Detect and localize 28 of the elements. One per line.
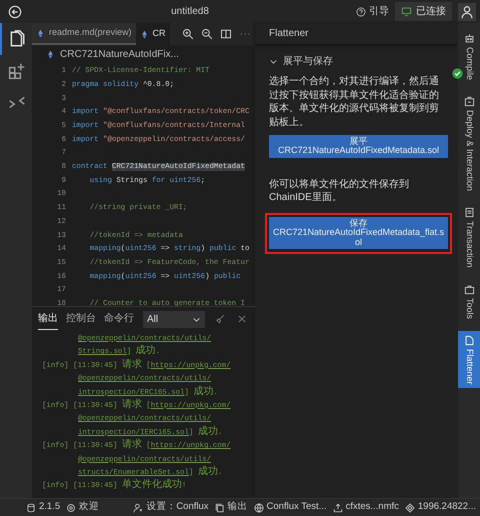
save-hint-text: 你可以将单文件化的文件保存到ChainIDE里面。 <box>269 178 410 205</box>
status-item[interactable]: cfxtes...nmfc <box>332 500 399 515</box>
save-button[interactable]: 保存 CRC721NatureAutoIdFixedMetadata_flat.sol <box>269 216 448 250</box>
panel-tab[interactable]: 输出 <box>38 308 58 330</box>
flatten-button[interactable]: 展平 CRC721NatureAutoIdFixedMetadata.sol <box>269 135 448 158</box>
status-item[interactable]: 设置：Conflux <box>133 500 209 515</box>
editor-tab[interactable]: readme.md(preview) <box>32 23 136 45</box>
status-item[interactable]: 2.1.5 <box>26 500 60 515</box>
filter-select[interactable]: All <box>143 310 205 328</box>
description-text: 选择一个合约，对其进行编译，然后通过按下按钮获得其单文件化适合验证的版本。单文件化的源代码将被复制到剪贴板上。 <box>269 75 440 129</box>
breadcrumb[interactable]: CRC721NatureAutoIdFix... <box>60 46 179 62</box>
status-item[interactable]: 欢迎 <box>66 500 100 515</box>
side-tab[interactable]: Compile <box>458 29 480 84</box>
window-title: untitled8 <box>170 5 210 19</box>
editor-tab[interactable]: CR <box>136 23 170 45</box>
section-header[interactable]: 展平与保存 <box>255 44 458 69</box>
status-item[interactable]: 输出 <box>214 500 248 515</box>
guide-link[interactable]: 引导 <box>356 4 389 19</box>
side-tab[interactable]: Transaction <box>458 203 480 272</box>
side-tab[interactable]: Flattener <box>458 330 480 388</box>
panel-tab[interactable]: 控制台 <box>66 308 96 330</box>
connection-button[interactable]: 已连接 <box>395 2 452 21</box>
status-item[interactable]: Conflux Test... <box>254 500 327 515</box>
status-item[interactable]: 1996.24822... <box>404 500 476 515</box>
side-tab[interactable]: Deploy & Interaction <box>458 92 480 196</box>
panel-title: Flattener <box>255 23 458 44</box>
side-tab[interactable]: Tools <box>458 280 480 323</box>
panel-tab[interactable]: 命令行 <box>104 308 134 330</box>
